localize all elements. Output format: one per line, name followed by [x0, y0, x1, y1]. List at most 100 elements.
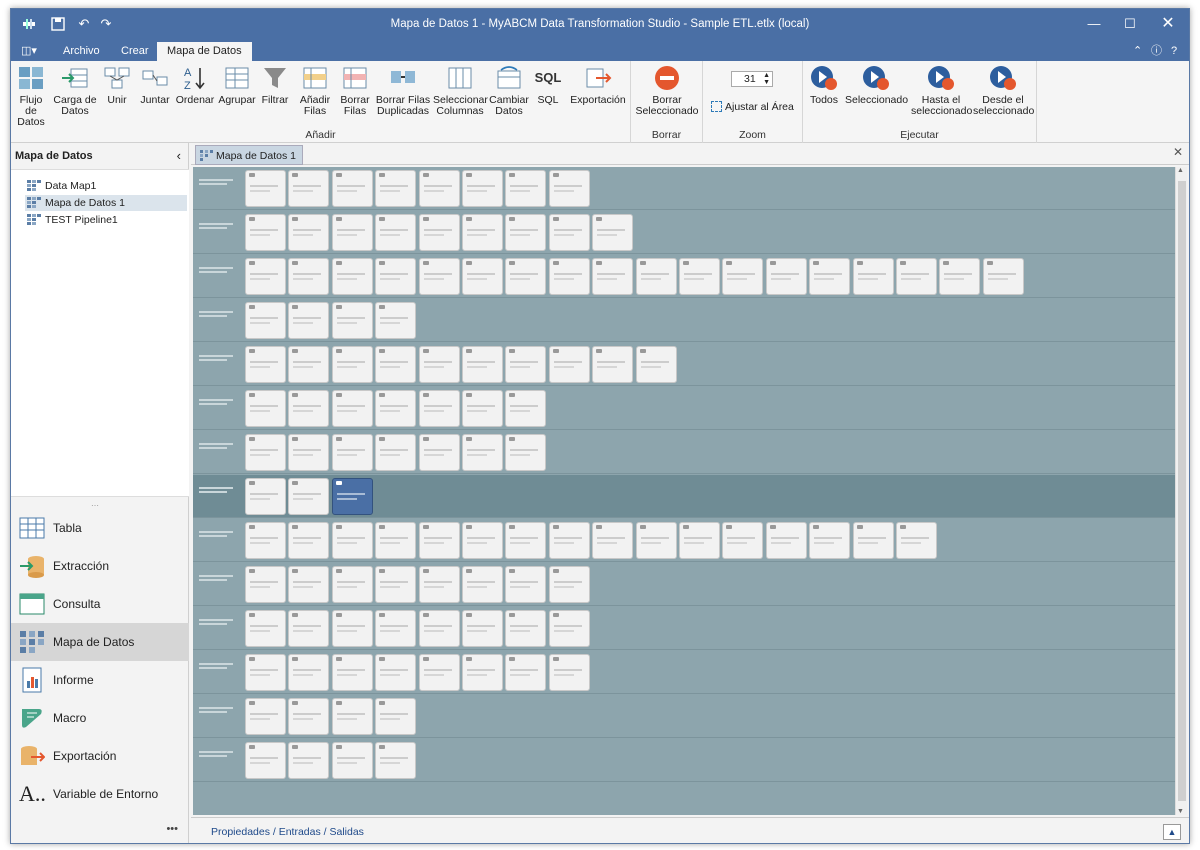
step-node[interactable]: [462, 214, 503, 251]
nav-tabla[interactable]: Tabla: [11, 509, 189, 547]
doc-tab-mapa-de-datos-1[interactable]: Mapa de Datos 1: [195, 145, 303, 165]
step-node[interactable]: [331, 742, 373, 779]
step-node[interactable]: [418, 258, 460, 295]
step-node[interactable]: [288, 434, 330, 471]
step-node[interactable]: [245, 258, 286, 295]
step-node[interactable]: [418, 654, 460, 691]
step-node[interactable]: [462, 566, 503, 603]
step-node[interactable]: [548, 610, 590, 647]
step-node[interactable]: [288, 302, 330, 339]
pipeline-lane[interactable]: [193, 255, 1175, 298]
step-node[interactable]: [679, 522, 720, 559]
step-node[interactable]: [331, 654, 373, 691]
step-node[interactable]: [375, 302, 417, 339]
step-node[interactable]: [331, 170, 373, 207]
tab-archivo[interactable]: Archivo: [53, 42, 110, 61]
step-node[interactable]: [418, 610, 460, 647]
step-node[interactable]: [505, 522, 547, 559]
step-node[interactable]: [288, 346, 330, 383]
step-node[interactable]: [635, 346, 677, 383]
nav-consulta[interactable]: Consulta: [11, 585, 189, 623]
step-node[interactable]: [245, 742, 286, 779]
step-node[interactable]: [462, 390, 503, 427]
step-node[interactable]: [245, 698, 286, 735]
expand-panel-button[interactable]: ▲: [1163, 824, 1181, 840]
step-node[interactable]: [505, 214, 547, 251]
carga-de-datos-button[interactable]: Carga de Datos: [53, 65, 97, 117]
step-node[interactable]: [418, 170, 460, 207]
step-node[interactable]: [505, 346, 547, 383]
step-node[interactable]: [418, 214, 460, 251]
step-node[interactable]: [462, 610, 503, 647]
step-node[interactable]: [462, 654, 503, 691]
pipeline-lane[interactable]: [193, 475, 1175, 518]
borrar-seleccionado-button[interactable]: Borrar Seleccionado: [635, 65, 699, 117]
pipeline-lane[interactable]: [193, 299, 1175, 342]
step-node[interactable]: [462, 346, 503, 383]
step-node[interactable]: [592, 258, 634, 295]
step-node[interactable]: [245, 522, 286, 559]
step-node[interactable]: [418, 434, 460, 471]
tab-crear[interactable]: Crear: [111, 42, 159, 61]
step-node[interactable]: [245, 654, 286, 691]
quick-menu-icon[interactable]: ◫▾: [17, 42, 41, 61]
step-node[interactable]: [375, 434, 417, 471]
step-node[interactable]: [375, 742, 417, 779]
exportacion-button[interactable]: Exportación: [569, 65, 627, 106]
tree-item-data-map1[interactable]: Data Map1: [25, 178, 187, 194]
step-node[interactable]: [331, 214, 373, 251]
step-node[interactable]: [505, 258, 547, 295]
seleccionar-columnas-button[interactable]: Seleccionar Columnas: [433, 65, 488, 117]
step-node[interactable]: [375, 522, 417, 559]
step-node[interactable]: [548, 566, 590, 603]
pipeline-lane[interactable]: [193, 431, 1175, 474]
step-node[interactable]: [505, 170, 547, 207]
step-node[interactable]: [765, 522, 807, 559]
scroll-up-icon[interactable]: ▲: [1177, 167, 1184, 174]
step-node[interactable]: [375, 170, 417, 207]
step-node[interactable]: [505, 654, 547, 691]
step-node[interactable]: [245, 390, 286, 427]
step-node[interactable]: [245, 170, 286, 207]
ajustar-area-button[interactable]: Ajustar al Área: [709, 99, 801, 115]
step-node[interactable]: [288, 654, 330, 691]
step-node[interactable]: [635, 258, 677, 295]
tab-mapa-de-datos[interactable]: Mapa de Datos: [157, 42, 252, 61]
step-node[interactable]: [505, 390, 547, 427]
step-node[interactable]: [375, 346, 417, 383]
juntar-button[interactable]: Juntar: [137, 65, 173, 106]
step-node[interactable]: [331, 522, 373, 559]
step-node[interactable]: [592, 346, 634, 383]
step-node[interactable]: [245, 346, 286, 383]
collapse-panel-icon[interactable]: ‹: [177, 143, 181, 169]
step-node[interactable]: [852, 522, 894, 559]
step-node[interactable]: [245, 302, 286, 339]
step-node[interactable]: [982, 258, 1024, 295]
nav-extraccion[interactable]: Extracción: [11, 547, 189, 585]
agrupar-button[interactable]: Agrupar: [217, 65, 257, 106]
pipeline-lane[interactable]: [193, 563, 1175, 606]
run-from-selected-button[interactable]: Desde el seleccionado: [973, 65, 1034, 117]
ordenar-button[interactable]: AZ Ordenar: [175, 65, 215, 106]
step-node[interactable]: [331, 390, 373, 427]
step-node[interactable]: [679, 258, 720, 295]
pipeline-lane[interactable]: [193, 739, 1175, 782]
step-node[interactable]: [331, 610, 373, 647]
step-node[interactable]: [375, 610, 417, 647]
step-node[interactable]: [462, 258, 503, 295]
pipeline-lane[interactable]: [193, 519, 1175, 562]
step-node[interactable]: [331, 434, 373, 471]
step-node[interactable]: [375, 214, 417, 251]
step-node[interactable]: [375, 258, 417, 295]
unir-button[interactable]: Unir: [101, 65, 133, 106]
zoom-stepper[interactable]: 31 ▲ ▼: [731, 71, 773, 87]
step-node[interactable]: [809, 522, 851, 559]
flujo-de-datos-button[interactable]: Flujo de Datos: [13, 65, 49, 128]
step-node[interactable]: [245, 434, 286, 471]
step-node[interactable]: [548, 654, 590, 691]
info-icon[interactable]: ⓘ: [1149, 42, 1164, 61]
step-node[interactable]: [548, 522, 590, 559]
step-node[interactable]: [288, 742, 330, 779]
step-node[interactable]: [375, 390, 417, 427]
step-node[interactable]: [548, 346, 590, 383]
